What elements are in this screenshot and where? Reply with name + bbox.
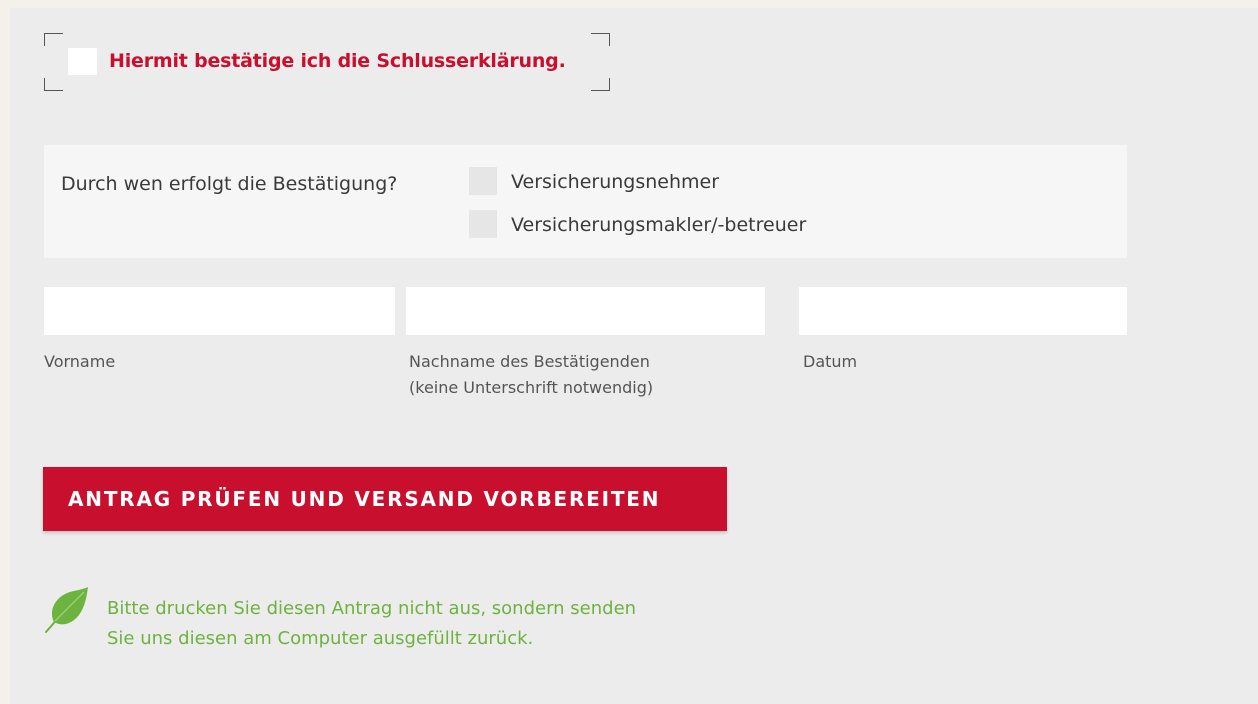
eco-note-line2: Sie uns diesen am Computer ausgefüllt zu… [107,628,534,649]
submit-button[interactable]: ANTRAG PRÜFEN UND VERSAND VORBEREITEN [43,467,727,531]
eco-note: Bitte drucken Sie diesen Antrag nicht au… [107,594,636,654]
last-name-label-line1: Nachname des Bestätigenden [409,352,650,371]
date-label: Datum [803,349,857,375]
first-name-label-text: Vorname [44,352,116,371]
eco-note-line1: Bitte drucken Sie diesen Antrag nicht au… [107,598,637,619]
date-label-text: Datum [803,352,858,371]
bracket-bottom-left [44,78,63,91]
option-versicherungsnehmer-label: Versicherungsnehmer [511,171,720,193]
date-input[interactable] [799,287,1127,335]
confirmed-by-section: Durch wen erfolgt die Bestätigung? Versi… [44,145,1127,258]
last-name-label: Nachname des Bestätigenden (keine Unters… [409,349,653,401]
confirmed-by-question: Durch wen erfolgt die Bestätigung? [61,173,398,195]
first-name-input[interactable] [44,287,395,335]
confirmation-checkbox[interactable] [68,48,97,75]
option-versicherungsmakler-checkbox[interactable] [469,210,497,238]
confirmation-group: Hiermit bestätige ich die Schlusserkläru… [44,33,610,91]
last-name-label-line2: (keine Unterschrift notwendig) [409,378,654,397]
bracket-top-right [591,33,610,46]
last-name-input[interactable] [406,287,765,335]
first-name-label: Vorname [44,349,115,375]
option-versicherungsmakler-label: Versicherungsmakler/-betreuer [511,214,807,236]
bracket-bottom-right [591,78,610,91]
option-versicherungsnehmer-checkbox[interactable] [469,167,497,195]
bracket-top-left [44,33,63,46]
leaf-icon [45,587,88,633]
confirmation-label: Hiermit bestätige ich die Schlusserkläru… [109,50,566,72]
